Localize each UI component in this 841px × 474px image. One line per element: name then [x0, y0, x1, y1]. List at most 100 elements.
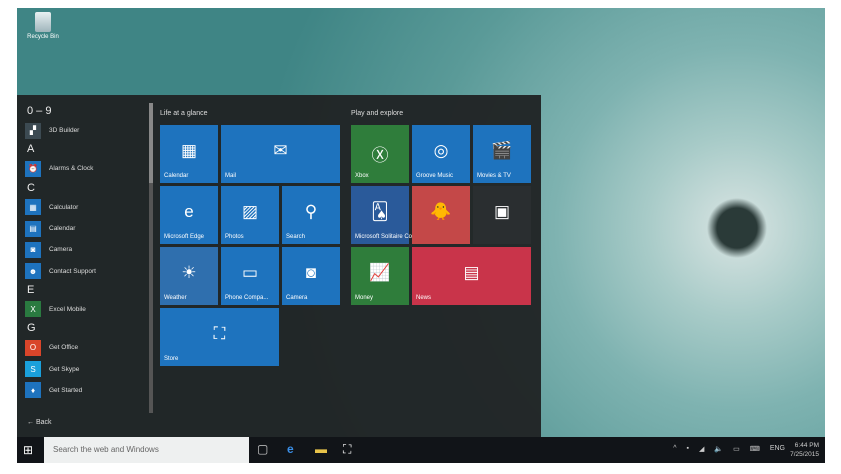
tile[interactable]: e Microsoft Edge [160, 186, 218, 244]
tile-label: Weather [164, 295, 187, 301]
recycle-bin-icon [35, 12, 51, 32]
store-icon: ⛶ [213, 324, 226, 343]
store-icon[interactable]: ⛶ [343, 442, 351, 457]
cube-icon: ▞ [25, 122, 41, 139]
recycle-bin[interactable]: Recycle Bin [23, 12, 63, 40]
start-button[interactable]: ⊞ [23, 443, 33, 457]
app-list-item[interactable]: ☻ Contact Support [25, 260, 150, 281]
edge-icon: e [184, 202, 194, 221]
task-view-icon[interactable]: ▢ [257, 442, 268, 456]
clock[interactable]: 6:44 PM 7/25/2015 [790, 441, 819, 459]
app-list-item[interactable]: ◙ Camera [25, 239, 150, 260]
film-icon: 🎬 [491, 141, 513, 160]
language-indicator[interactable]: ENG [770, 445, 785, 453]
calculator-icon: ▦ [25, 199, 41, 216]
app-list-item[interactable]: ▤ Calendar [25, 218, 150, 239]
tile-label: Camera [286, 295, 308, 301]
tile-label: Xbox [355, 173, 369, 179]
photos-icon: ▨ [241, 202, 259, 221]
back-button[interactable]: ← Back [27, 419, 52, 426]
scrollbar[interactable] [149, 103, 153, 413]
section-header: G [27, 322, 36, 335]
game-icon: 🐥 [430, 202, 452, 221]
app-label: Contact Support [49, 267, 96, 275]
tile[interactable]: 🐥 [412, 186, 470, 244]
lightbulb-icon: ♦ [25, 382, 41, 399]
music-icon: ◎ [433, 141, 449, 160]
action-center-icon[interactable]: ▭ [733, 445, 740, 453]
tile[interactable]: ☀ Weather [160, 247, 218, 305]
section-header: 0 – 9 [27, 105, 52, 117]
mail-icon: ✉ [273, 141, 288, 160]
cards-icon: 🂡 [371, 202, 389, 221]
tile-label: Photos [225, 234, 244, 240]
recycle-bin-label: Recycle Bin [27, 34, 59, 40]
tile-label: Phone Compa... [225, 295, 269, 301]
sun-icon: ☀ [181, 263, 197, 282]
app-label: Get Office [49, 344, 79, 352]
section-header: A [27, 143, 35, 156]
tile[interactable]: ◎ Groove Music [412, 125, 470, 183]
volume-icon[interactable]: 🔈 [714, 445, 723, 453]
back-label: Back [35, 419, 52, 426]
tile[interactable]: ⛶ Store [160, 308, 279, 366]
tile[interactable]: 🂡 Microsoft Solitaire Collection [351, 186, 431, 244]
tile-label: Calendar [164, 173, 189, 179]
tile-label: Search [286, 234, 306, 240]
system-tray: ^ ▪ ◢ 🔈 ▭ ⌨ ENG [673, 445, 785, 453]
app-label: Excel Mobile [49, 305, 86, 313]
tile[interactable]: ▨ Photos [221, 186, 279, 244]
start-menu: 0 – 9 ▞ 3D Builder A ⏰ Alarms & Clock C ▦ Calcul… [17, 95, 541, 437]
tile[interactable]: ✉ Mail [221, 125, 340, 183]
news-icon: ▤ [463, 263, 480, 282]
phone-companion-icon: ▭ [241, 263, 259, 282]
tile-label: News [416, 295, 432, 301]
calendar-icon: ▦ [180, 141, 198, 160]
office-icon: O [25, 339, 41, 356]
store-apps-icon: ▣ [493, 202, 511, 221]
tile[interactable]: ▦ Calendar [160, 125, 218, 183]
tile[interactable]: Ⓧ Xbox [351, 125, 409, 183]
edge-icon[interactable]: e [287, 442, 294, 456]
app-list-item[interactable]: X Excel Mobile [25, 299, 150, 320]
tile[interactable]: ▤ News [412, 247, 531, 305]
section-header: C [27, 181, 35, 194]
skype-icon: S [25, 361, 41, 378]
app-list: 0 – 9 ▞ 3D Builder A ⏰ Alarms & Clock C ▦ Calcul… [25, 103, 150, 401]
tile[interactable]: ◙ Camera [282, 247, 340, 305]
tile[interactable]: ▭ Phone Compa... [221, 247, 279, 305]
tile[interactable]: ▣ [473, 186, 531, 244]
chevron-up-icon[interactable]: ^ [673, 445, 676, 453]
battery-icon[interactable]: ▪ [687, 445, 689, 453]
tile-label: Microsoft Edge [164, 234, 205, 240]
app-list-item[interactable]: S Get Skype [25, 358, 150, 379]
tile-label: Movies & TV [477, 173, 511, 179]
app-label: Alarms & Clock [49, 165, 94, 173]
app-label: Calendar [49, 225, 76, 233]
file-explorer-icon[interactable]: ▬ [315, 442, 327, 456]
scrollbar-thumb[interactable] [149, 103, 153, 183]
app-label: Get Started [49, 386, 83, 394]
date: 7/25/2015 [790, 451, 819, 458]
keyboard-icon[interactable]: ⌨ [750, 445, 760, 453]
tile[interactable]: ⚲ Search [282, 186, 340, 244]
desktop: Recycle Bin 0 – 9 ▞ 3D Builder A ⏰ Alarms & C… [17, 8, 825, 463]
camera-icon: ◙ [25, 241, 41, 258]
app-list-item[interactable]: O Get Office [25, 337, 150, 358]
excel-icon: X [25, 301, 41, 318]
tile[interactable]: 📈 Money [351, 247, 409, 305]
app-list-item[interactable]: ⏰ Alarms & Clock [25, 158, 150, 179]
app-list-item[interactable]: ▞ 3D Builder [25, 120, 150, 141]
tile[interactable]: 🎬 Movies & TV [473, 125, 531, 183]
person-icon: ☻ [25, 263, 41, 280]
app-label: Get Skype [49, 365, 80, 373]
search-input[interactable]: Search the web and Windows [44, 437, 249, 463]
app-list-item[interactable]: ▦ Calculator [25, 197, 150, 218]
taskbar: ⊞ Search the web and Windows ▢ e ▬ ⛶ ^ ▪… [17, 437, 825, 463]
tile-label: Groove Music [416, 173, 454, 179]
tile-label: Mail [225, 173, 237, 179]
chart-icon: 📈 [369, 263, 391, 282]
network-icon[interactable]: ◢ [699, 445, 704, 453]
app-list-item[interactable]: ♦ Get Started [25, 380, 150, 401]
tile-label: Money [355, 295, 374, 301]
